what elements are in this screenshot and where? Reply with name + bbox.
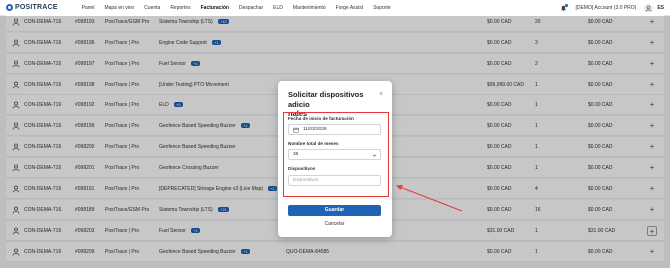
months-select[interactable]: 36 xyxy=(288,149,381,160)
chevron-down-icon xyxy=(372,154,377,157)
nav-item-live-map[interactable]: Mapa en vivo xyxy=(104,5,134,11)
close-icon[interactable]: × xyxy=(377,91,385,99)
nav-item-dispatch[interactable]: Despachar xyxy=(239,5,263,11)
modal-title-line-1: Solicitar dispositivos adicio xyxy=(288,90,364,109)
nav-item-support[interactable]: Soporte xyxy=(373,5,391,11)
main-nav: Panel Mapa en vivo Cuenta Reportes Factu… xyxy=(82,5,401,11)
cancel-button[interactable]: Cancelar xyxy=(288,219,381,230)
save-button[interactable]: Guardar xyxy=(288,205,381,216)
months-label: Nombre total de meses xyxy=(288,141,339,146)
positrace-logo[interactable]: POSITRACE xyxy=(6,4,58,11)
calendar-icon xyxy=(293,127,299,133)
start-date-label: Fecha de inicio de facturación xyxy=(288,116,354,121)
language-selector[interactable]: ES xyxy=(657,5,664,11)
start-date-field[interactable]: 11/03/2026 xyxy=(288,124,381,135)
devices-placeholder: Dispositivos xyxy=(293,178,319,183)
nav-item-billing[interactable]: Facturación xyxy=(201,5,229,11)
notification-dot xyxy=(565,3,569,7)
nav-item-forge-assist[interactable]: Forge Assist xyxy=(336,5,364,11)
months-value: 36 xyxy=(293,152,299,157)
notifications-bell-icon[interactable] xyxy=(560,3,569,12)
account-switcher[interactable]: [DEMO] Account (3.0 PRO) xyxy=(575,5,636,11)
brand-name: POSITRACE xyxy=(15,4,58,11)
devices-input[interactable]: Dispositivos xyxy=(288,175,381,186)
devices-label: Dispositivos xyxy=(288,166,316,171)
start-date-value: 11/03/2026 xyxy=(303,127,327,132)
nav-item-eld[interactable]: ELD xyxy=(273,5,283,11)
nav-item-reports[interactable]: Reportes xyxy=(170,5,190,11)
nav-item-panel[interactable]: Panel xyxy=(82,5,95,11)
logo-mark-icon xyxy=(6,4,13,11)
nav-item-account[interactable]: Cuenta xyxy=(144,5,160,11)
nav-item-maintenance[interactable]: Mantenimiento xyxy=(293,5,326,11)
